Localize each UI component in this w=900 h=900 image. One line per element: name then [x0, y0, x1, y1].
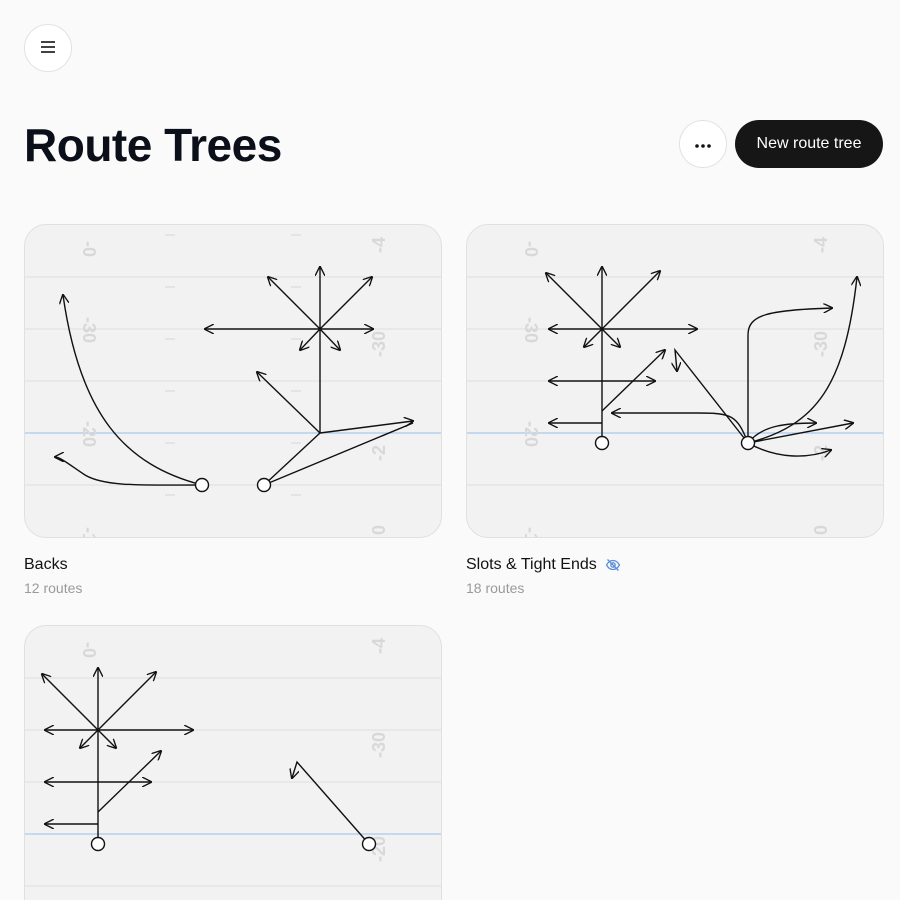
- field-diagram: -0 -30 -20 -1 -4 -30 -2 0: [25, 234, 441, 538]
- svg-text:-30: -30: [369, 331, 389, 357]
- svg-text:-30: -30: [79, 317, 99, 343]
- new-route-tree-button[interactable]: New route tree: [735, 120, 883, 168]
- route-tree-card[interactable]: -0 -4 -30 -20: [24, 625, 442, 900]
- svg-text:-4: -4: [369, 638, 389, 654]
- eye-off-icon: [605, 557, 621, 573]
- card-title: Backs: [24, 556, 442, 574]
- card-title-text: Slots & Tight Ends: [466, 556, 597, 573]
- svg-text:-20: -20: [79, 421, 99, 447]
- svg-text:-4: -4: [369, 237, 389, 253]
- route-tree-card[interactable]: -0 -30 -20 -1 -4 -30 -2 0: [24, 224, 442, 596]
- svg-text:-30: -30: [369, 732, 389, 758]
- route-tree-card[interactable]: -0 -30 -20 -1 -4 -30 -2 0: [466, 224, 884, 596]
- svg-text:-20: -20: [521, 421, 541, 447]
- svg-text:0: 0: [811, 525, 831, 535]
- svg-text:-0: -0: [79, 642, 99, 658]
- svg-text:-4: -4: [811, 237, 831, 253]
- card-subtitle: 18 routes: [466, 580, 525, 596]
- ellipsis-icon: [694, 137, 712, 152]
- route-tree-thumbnail[interactable]: -0 -30 -20 -1 -4 -30 -2 0: [24, 224, 442, 538]
- card-title-text: Backs: [24, 556, 68, 573]
- more-options-button[interactable]: [679, 120, 727, 168]
- field-diagram: -0 -4 -30 -20: [25, 638, 441, 887]
- svg-text:-1: -1: [79, 527, 99, 538]
- page-title: Route Trees: [24, 119, 282, 171]
- card-title: Slots & Tight Ends: [466, 556, 884, 574]
- hamburger-menu-icon: [40, 40, 56, 57]
- svg-text:-2: -2: [369, 445, 389, 461]
- route-tree-thumbnail[interactable]: -0 -30 -20 -1 -4 -30 -2 0: [466, 224, 884, 538]
- route-tree-thumbnail[interactable]: -0 -4 -30 -20: [24, 625, 442, 900]
- svg-text:0: 0: [369, 525, 389, 535]
- svg-text:-30: -30: [811, 331, 831, 357]
- menu-button[interactable]: [24, 24, 72, 72]
- svg-text:-1: -1: [521, 527, 541, 538]
- svg-text:-0: -0: [79, 241, 99, 257]
- svg-text:-30: -30: [521, 317, 541, 343]
- card-subtitle: 12 routes: [24, 580, 83, 596]
- svg-text:-0: -0: [521, 241, 541, 257]
- field-diagram: -0 -30 -20 -1 -4 -30 -2 0: [467, 237, 883, 538]
